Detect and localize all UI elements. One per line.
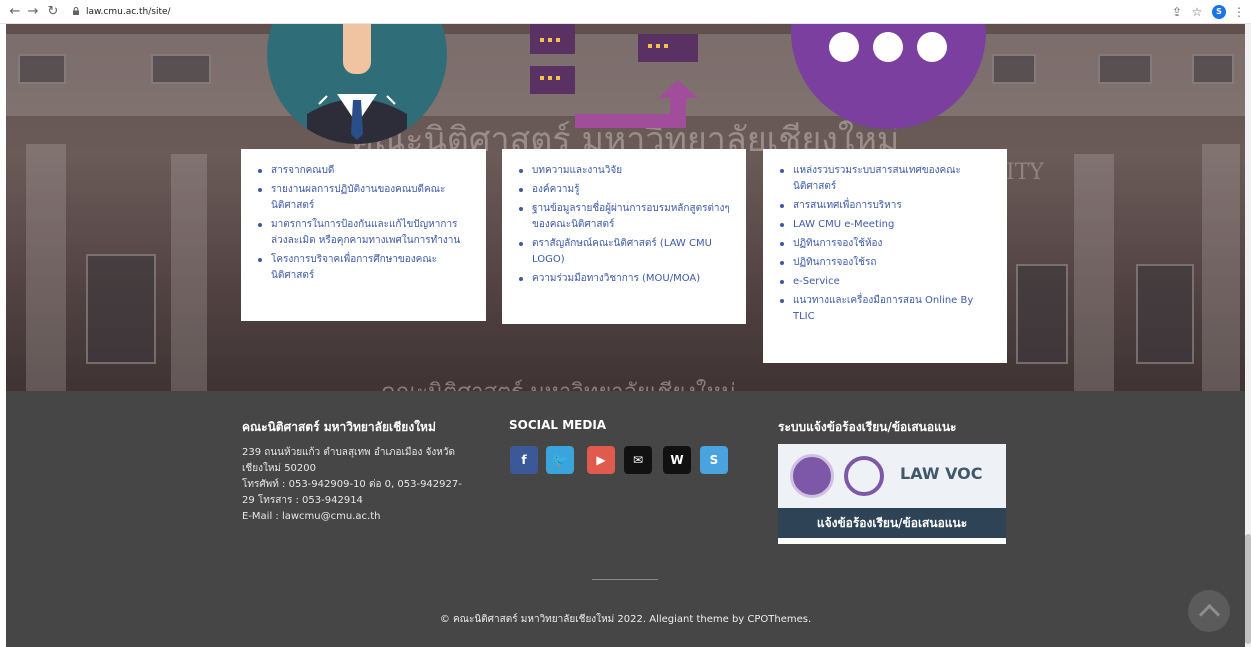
wordpress-icon[interactable]: W — [663, 446, 691, 474]
link-dean-message[interactable]: สารจากคณบดี — [255, 163, 472, 179]
reload-icon[interactable]: ↻ — [44, 3, 62, 21]
link-law-cmu-logo[interactable]: ตราสัญลักษณ์คณะนิติศาสตร์ (LAW CMU LOGO) — [516, 236, 732, 268]
link-management-info[interactable]: สารสนเทศเพื่อการบริหาร — [777, 198, 993, 214]
about-links-list: สารจากคณบดี รายงานผลการปฏิบัติงานของคณบด… — [255, 163, 472, 284]
email-icon[interactable]: ✉ — [624, 446, 652, 474]
site-footer: คณะนิติศาสตร์ มหาวิทยาลัยเชียงใหม่ 239 ถ… — [6, 391, 1245, 647]
chat-dot — [829, 32, 859, 62]
footer-about-heading: คณะนิติศาสตร์ มหาวิทยาลัยเชียงใหม่ — [242, 420, 436, 434]
youtube-icon[interactable]: ▶ — [587, 446, 615, 474]
data-transfer-illustration — [530, 24, 698, 128]
forward-icon[interactable]: → — [24, 3, 42, 21]
address-line: 239 ถนนห้วยแก้ว ตำบลสุเทพ อำเภอเมือง จัง… — [242, 447, 455, 458]
scrollbar-thumb[interactable] — [1245, 534, 1251, 644]
address-line: เชียงใหม่ 50200 — [242, 463, 317, 474]
link-training-database[interactable]: ฐานข้อมูลรายชื่อผู้ผ่านการอบรมหลักสูตรต่… — [516, 201, 732, 233]
research-links-card: บทความและงานวิจัย องค์ความรู้ ฐานข้อมูลร… — [502, 149, 746, 324]
phone-line: โทรศัพท์ : 053-942909-10 ต่อ 0, 053-9429… — [242, 479, 462, 490]
link-knowledge[interactable]: องค์ความรู้ — [516, 182, 732, 198]
share-icon[interactable]: ⇪ — [1168, 3, 1186, 21]
phone-line: 29 โทรสาร : 053-942914 — [242, 495, 363, 506]
link-car-booking[interactable]: ปฏิทินการจองใช้รถ — [777, 255, 993, 271]
lock-icon — [73, 7, 79, 15]
link-harassment-measures[interactable]: มาตรการในการป้องกันและแก้ไขปัญหาการล่วงล… — [255, 217, 472, 249]
chat-dot — [873, 32, 903, 62]
link-donation-project[interactable]: โครงการบริจาคเพื่อการศึกษาของคณะนิติศาสต… — [255, 252, 472, 284]
footer-contact-info: 239 ถนนห้วยแก้ว ตำบลสุเทพ อำเภอเมือง จัง… — [242, 445, 482, 525]
link-e-meeting[interactable]: LAW CMU e-Meeting — [777, 217, 993, 233]
law-voc-banner[interactable]: LAW VOC แจ้งข้อร้องเรียน/ข้อเสนอแนะ — [778, 444, 1006, 544]
faculty-seal-logo — [790, 454, 834, 498]
services-links-card: แหล่งรวบรวมระบบสารสนเทศของคณะนิติศาสตร์ … — [763, 149, 1007, 363]
footer-divider — [592, 579, 658, 580]
voc-banner-top: LAW VOC — [778, 444, 1006, 508]
voc-caption: แจ้งข้อร้องเรียน/ข้อเสนอแนะ — [778, 508, 1006, 538]
link-online-teaching-tlic[interactable]: แนวทางและเครื่องมือการสอน Online By TLIC — [777, 293, 993, 325]
services-links-list: แหล่งรวบรวมระบบสารสนเทศของคณะนิติศาสตร์ … — [777, 163, 993, 325]
link-room-booking[interactable]: ปฏิทินการจองใช้ห้อง — [777, 236, 993, 252]
email-line[interactable]: E-Mail : lawcmu@cmu.ac.th — [242, 509, 482, 525]
skype-icon[interactable]: S — [700, 446, 728, 474]
link-info-systems[interactable]: แหล่งรวบรวมระบบสารสนเทศของคณะนิติศาสตร์ — [777, 163, 993, 195]
link-e-service[interactable]: e-Service — [777, 274, 993, 290]
menu-dots-icon[interactable]: ⋮ — [1230, 3, 1248, 21]
copyright-text: © คณะนิติศาสตร์ มหาวิทยาลัยเชียงใหม่ 202… — [439, 614, 812, 625]
footer-social-heading: SOCIAL MEDIA — [509, 418, 607, 432]
about-links-card: สารจากคณบดี รายงานผลการปฏิบัติงานของคณบด… — [241, 149, 486, 321]
link-dean-report[interactable]: รายงานผลการปฏิบัติงานของคณบดีคณะนิติศาสต… — [255, 182, 472, 214]
browser-toolbar: ← → ↻ law.cmu.ac.th/site/ ⇪ ☆ S ⋮ — [0, 0, 1251, 24]
footer-complaint-heading: ระบบแจ้งข้อร้องเรียน/ข้อเสนอแนะ — [778, 420, 957, 434]
research-links-list: บทความและงานวิจัย องค์ความรู้ ฐานข้อมูลร… — [516, 163, 732, 287]
scroll-to-top-button[interactable] — [1188, 590, 1230, 632]
address-bar[interactable]: law.cmu.ac.th/site/ — [86, 4, 171, 20]
voc-swirl-logo — [844, 456, 884, 496]
link-research-articles[interactable]: บทความและงานวิจัย — [516, 163, 732, 179]
back-icon[interactable]: ← — [6, 3, 24, 21]
twitter-icon[interactable]: 🐦 — [546, 446, 574, 474]
profile-avatar[interactable]: S — [1212, 5, 1226, 19]
link-mou-moa[interactable]: ความร่วมมือทางวิชาการ (MOU/MOA) — [516, 271, 732, 287]
facebook-icon[interactable]: f — [510, 446, 538, 474]
voc-title: LAW VOC — [900, 464, 983, 483]
bookmark-star-icon[interactable]: ☆ — [1188, 3, 1206, 21]
chat-dot — [917, 32, 947, 62]
page-scrollbar[interactable] — [1245, 24, 1251, 647]
